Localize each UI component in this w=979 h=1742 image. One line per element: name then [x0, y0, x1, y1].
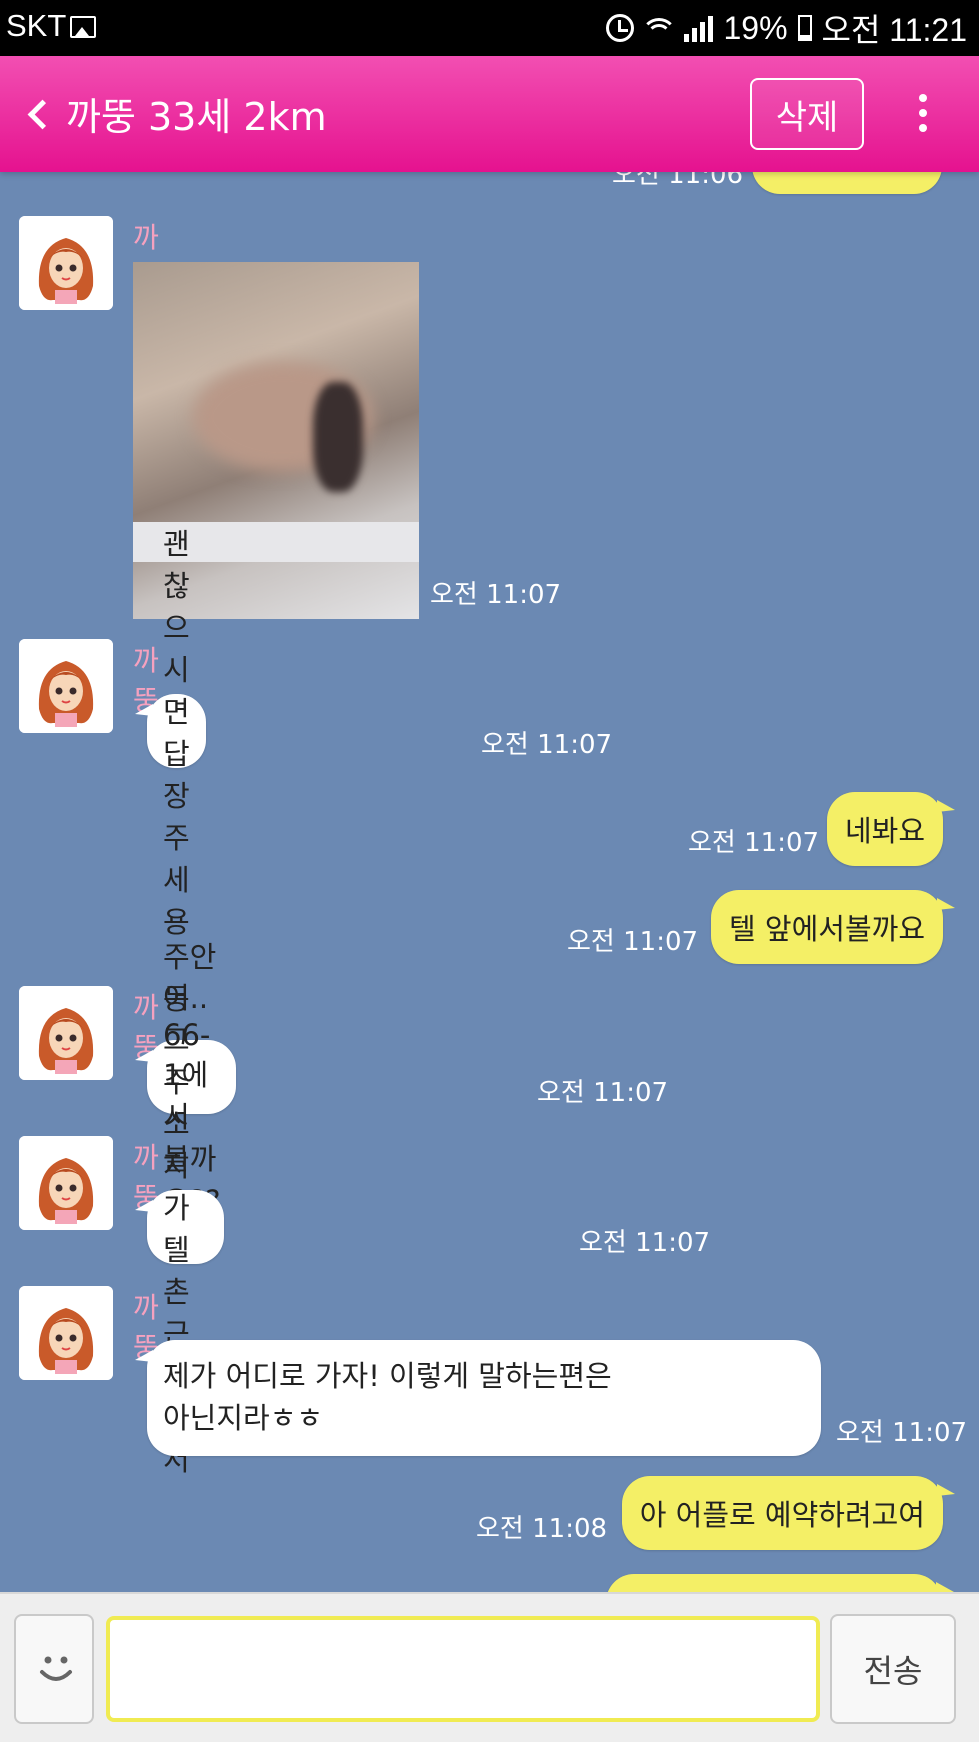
message-bubble[interactable]: 아 어플로 예약하려고여: [621, 1476, 956, 1550]
message-time-partial: 오전 11:06: [612, 172, 744, 190]
message-time: 오전 11:07: [481, 730, 613, 760]
message-time: 오전 11:07: [567, 927, 699, 957]
message-input[interactable]: [106, 1616, 820, 1722]
message-time: 오전 11:07: [836, 1418, 968, 1448]
avatar[interactable]: [19, 639, 113, 733]
smiley-icon: [40, 1656, 72, 1681]
message-time: 오전 11:08: [476, 1514, 608, 1544]
message-text-line: 제가 어디로 가자! 이렇게 말하는편은: [163, 1359, 612, 1393]
message-time: 오전 11:07: [579, 1228, 711, 1258]
input-bar: 전송: [0, 1592, 979, 1742]
avatar[interactable]: [19, 1136, 113, 1230]
message-time: 오전 11:07: [688, 828, 820, 858]
send-button[interactable]: 전송: [830, 1614, 956, 1724]
status-icons: 19% 오전 11:21: [606, 6, 967, 50]
message-time: 오전 11:07: [537, 1078, 669, 1108]
battery-icon: [797, 15, 812, 41]
message-bubble[interactable]: 네봐요: [826, 792, 956, 866]
message-bubble-partial: [606, 1574, 954, 1592]
message-bubble[interactable]: 텔 앞에서볼까요: [711, 890, 955, 964]
alarm-icon: [606, 14, 635, 42]
wifi-icon: [644, 14, 675, 42]
message-bubble[interactable]: 괜찮으시면 답장주세용: [135, 527, 206, 939]
message-bubble[interactable]: 제가 어디로 가자! 이렇게 말하는편은 아닌지라ㅎㅎ: [135, 1340, 821, 1456]
status-bar: SKT 19% 오전 11:21: [0, 0, 979, 56]
message-bubble[interactable]: 어.. 그 주소지가 텔촌 근처라서: [134, 981, 225, 1477]
avatar[interactable]: [19, 216, 113, 310]
avatar[interactable]: [19, 1286, 113, 1380]
back-icon[interactable]: [22, 94, 58, 134]
carrier-label: SKT: [6, 8, 67, 43]
emoticon-button[interactable]: [14, 1614, 94, 1724]
clock: 오전 11:21: [821, 12, 967, 48]
chat-header: 까뚱 33세 2km 삭제: [0, 56, 979, 172]
avatar[interactable]: [19, 986, 113, 1080]
delete-button[interactable]: 삭제: [750, 78, 864, 150]
message-text-line: 아닌지라ㅎㅎ: [163, 1401, 324, 1435]
signal-icon: [684, 14, 714, 42]
image-notification-icon: [70, 16, 96, 38]
chat-title: 까뚱 33세 2km: [66, 95, 327, 139]
more-options-icon[interactable]: [910, 94, 936, 138]
battery-percent: 19%: [723, 9, 788, 46]
chat-log[interactable]: 오전 11:06 까뚱 오전 11:07 까뚱 괜찮으시면 답장주세용 오전 1: [0, 172, 979, 1592]
message-time: 오전 11:07: [430, 580, 562, 610]
message-bubble-partial: [752, 172, 942, 194]
